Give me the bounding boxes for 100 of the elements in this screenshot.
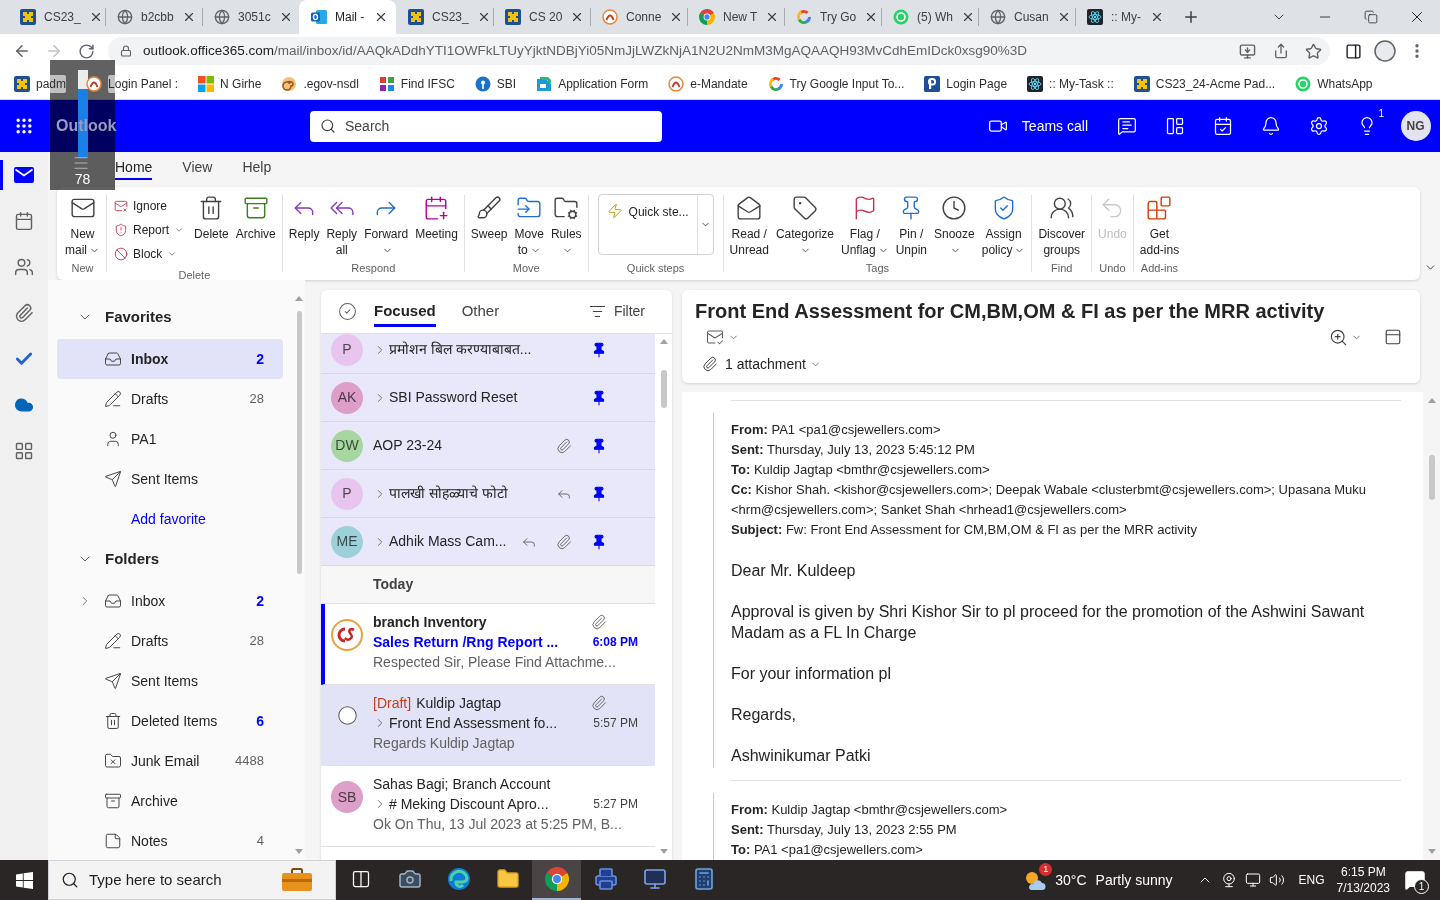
folder-item[interactable]: Drafts 28 [57, 621, 283, 661]
filter-button[interactable]: Filter [588, 301, 645, 322]
folder-item[interactable]: Inbox 2 [57, 581, 283, 621]
bookmark[interactable]: Login Panel : [78, 70, 187, 97]
bookmark[interactable]: :: My-Task :: [1019, 70, 1122, 97]
circle-check-icon[interactable] [338, 302, 357, 321]
zoom-in-icon[interactable] [1329, 327, 1348, 347]
browser-tab[interactable]: New T [687, 0, 784, 34]
folder-item[interactable]: PA1 [57, 419, 283, 459]
folder-item[interactable]: Notes 4 [57, 821, 283, 861]
down-triangle-icon[interactable] [659, 849, 668, 854]
ribbon-button[interactable]: Delete [191, 194, 232, 242]
browser-tab[interactable]: (5) Wh [881, 0, 978, 34]
browser-tab[interactable]: CS23_ [8, 0, 105, 34]
message-row[interactable]: branch Inventory Sales Return /Rng Report ... 6:08 PM Respected Sir, Please Find Attachme... [321, 604, 655, 685]
bookmark[interactable]: .egov-nsdl [273, 70, 367, 97]
ribbon-button[interactable]: Meeting [412, 194, 461, 242]
ribbon-tab[interactable]: Help [242, 154, 272, 180]
profile-icon[interactable] [1373, 39, 1397, 63]
folder-item[interactable]: Deleted Items 6 [57, 701, 283, 741]
pin-icon[interactable] [591, 389, 607, 406]
list-tab[interactable]: Other [461, 296, 500, 327]
restore-icon[interactable] [1364, 10, 1378, 24]
envelope-check-icon[interactable] [706, 328, 724, 346]
monitor-icon[interactable] [1244, 872, 1261, 888]
ribbon-button[interactable]: Move to [511, 194, 547, 258]
close-icon[interactable] [374, 10, 388, 24]
ribbon-button[interactable]: Flag / Unflag [837, 194, 892, 258]
list-tab[interactable]: Focused [374, 296, 436, 327]
quick-step-button[interactable]: Quick ste... [598, 195, 697, 254]
browser-tab[interactable]: b2cbb [105, 0, 202, 34]
folder-item[interactable]: Drafts 28 [57, 379, 283, 419]
message-row[interactable]: DW AOP 23-24 [321, 422, 655, 470]
pin-icon[interactable] [591, 533, 607, 550]
scrollbar-thumb[interactable] [296, 311, 302, 574]
bookmark[interactable]: Login Page [916, 70, 1016, 97]
ribbon-button[interactable]: Report [110, 218, 189, 242]
ribbon-button[interactable]: Discover groups [1035, 194, 1089, 258]
ribbon-button[interactable]: Sweep [467, 194, 511, 242]
section-header[interactable]: Favorites [57, 297, 283, 337]
ribbon-button[interactable]: Rules [547, 194, 585, 258]
ribbon-button[interactable]: Reply all [323, 194, 361, 258]
ribbon-tab[interactable]: Home [115, 154, 153, 180]
ribbon-button[interactable]: Snooze [931, 194, 978, 258]
message-row[interactable]: P प्रमोशन बिल करण्याबाबत... [321, 334, 655, 374]
panel-icon[interactable] [1384, 328, 1402, 346]
browser-tab[interactable]: Try Go [784, 0, 881, 34]
menu-icon[interactable] [72, 154, 90, 172]
star-icon[interactable] [1305, 42, 1322, 60]
new-tab-icon[interactable] [1182, 8, 1200, 26]
scrollbar-thumb[interactable] [1428, 455, 1435, 500]
message-row[interactable]: ME Adhik Mass Cam... [321, 518, 655, 566]
ribbon-button[interactable]: Ignore [110, 194, 189, 218]
clock-date[interactable]: 7/13/2023 [1336, 880, 1390, 896]
add-favorite-link[interactable]: Add favorite [131, 499, 206, 539]
taskbar-search-field[interactable]: Type here to search [48, 860, 336, 900]
folder-item[interactable]: Junk Email 4488 [57, 741, 283, 781]
folder-item[interactable]: Sent Items [57, 459, 283, 499]
ribbon-button[interactable]: Forward [361, 194, 412, 258]
bookmark[interactable]: WhatsApp [1287, 70, 1381, 97]
bookmark[interactable]: Find IFSC [370, 70, 463, 97]
ribbon-button[interactable]: Get add-ins [1136, 194, 1183, 258]
weather-button[interactable]: 1 30°C Partly sunny [1017, 860, 1179, 900]
share-icon[interactable] [1272, 43, 1289, 59]
search-field[interactable]: Search [310, 110, 662, 142]
webcam-icon[interactable] [1220, 872, 1237, 888]
browser-tab[interactable]: Mail - [299, 0, 396, 34]
settings-icon[interactable] [1309, 116, 1329, 136]
bookmark[interactable]: N Girhe [190, 70, 270, 97]
scrollbar-thumb[interactable] [660, 370, 667, 408]
section-header[interactable]: Folders [57, 539, 283, 579]
ribbon-button[interactable]: Pin / Unpin [892, 194, 930, 258]
bookmark[interactable]: padm [6, 70, 75, 97]
ribbon-button[interactable]: Assign policy [978, 194, 1029, 258]
ribbon-tab[interactable]: View [182, 154, 213, 180]
ribbon-button[interactable]: Categorize [772, 194, 837, 258]
browser-tab[interactable]: 3051c [202, 0, 299, 34]
message-row[interactable]: [Draft] Kuldip Jagtap Front End Assessment fo... 5:57 PM Regards Kuldip Jagtap [321, 685, 655, 766]
speaker-icon[interactable] [1268, 872, 1285, 888]
profile-avatar[interactable]: NG [1400, 111, 1431, 141]
pin-icon[interactable] [591, 437, 607, 454]
folder-item[interactable]: Archive [57, 781, 283, 821]
ribbon-button[interactable]: Archive [232, 194, 279, 242]
close-icon[interactable] [961, 10, 975, 24]
ribbon-button[interactable]: Reply [285, 194, 323, 242]
message-row[interactable]: P पालखी सोहळ्याचे फोटो [321, 470, 655, 518]
chat-icon[interactable] [1117, 116, 1137, 136]
browser-tab[interactable]: :: My- [1075, 0, 1172, 34]
clock-time[interactable]: 6:15 PM [1340, 864, 1386, 880]
message-row[interactable]: AK SBI Password Reset [321, 374, 655, 422]
teams-call-button[interactable]: Teams call [979, 108, 1096, 144]
folder-item[interactable]: Sent Items [57, 661, 283, 701]
calendar-check-icon[interactable] [1213, 116, 1233, 136]
message-row[interactable]: SB Sahas Bagi; Branch Account # Meking Discount Apro... 5:27 PM Ok On Thu, 13 Jul 2023 at 5:25 PM, B... [321, 766, 655, 847]
folder-item[interactable]: Inbox 2 [57, 339, 283, 379]
bookmark[interactable]: e-Mandate [660, 70, 756, 97]
reload-icon[interactable] [77, 42, 95, 60]
browser-tab[interactable]: CS 20 [493, 0, 590, 34]
side-panel-icon[interactable] [1344, 42, 1362, 60]
ribbon-button[interactable]: New mail [62, 194, 103, 258]
